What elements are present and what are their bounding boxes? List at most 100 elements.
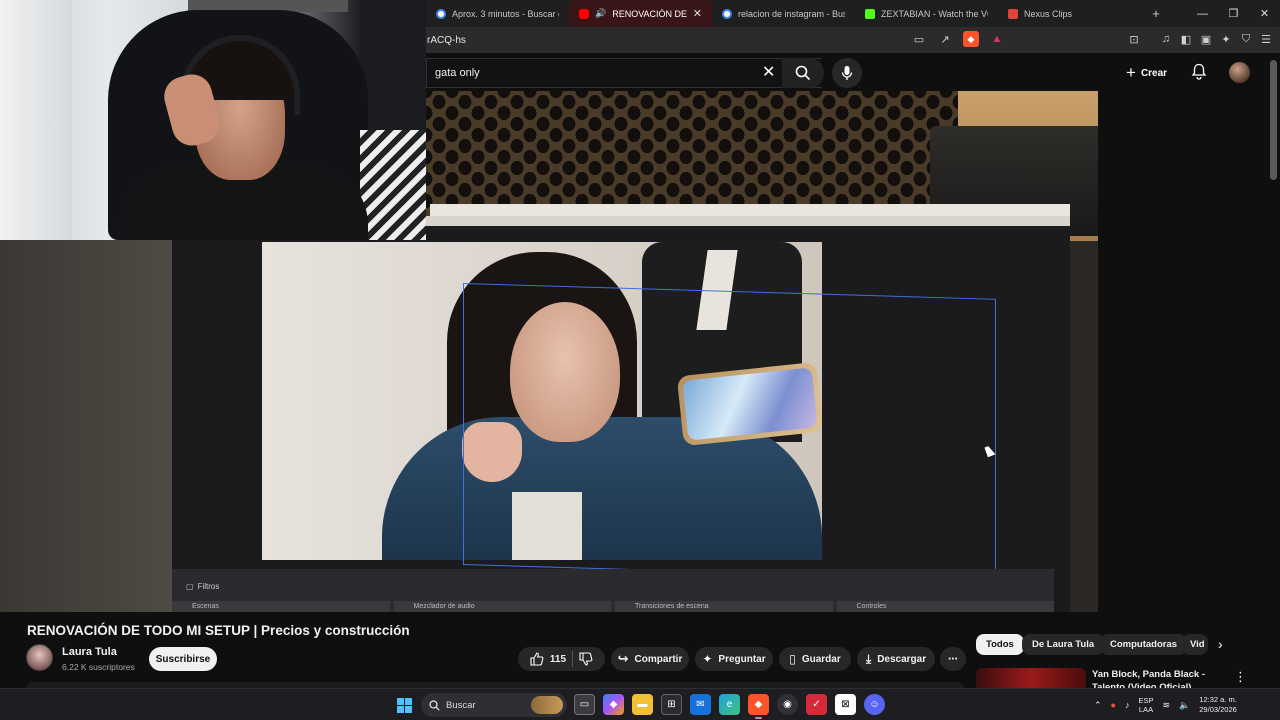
download-icon: ⤓ (865, 651, 872, 666)
search-button[interactable] (782, 58, 824, 88)
save-button[interactable]: ▯ Guardar (779, 647, 851, 671)
window-controls: — ❐ ✕ (1187, 0, 1280, 27)
discord-icon[interactable]: ☺ (864, 694, 885, 715)
address-bar-icons: ▭ ↗ ◆ ▲ (911, 31, 1005, 47)
cast-icon[interactable]: ▭ (911, 31, 927, 47)
source-selection-box (463, 283, 996, 581)
search-query[interactable]: gata only (435, 67, 480, 79)
close-tab-icon[interactable]: ✕ (693, 7, 702, 20)
keyboard-layout: LAA (1138, 705, 1154, 714)
clear-search-icon[interactable]: ✕ (762, 62, 775, 82)
tab-google-search[interactable]: Aprox. 3 minutos - Buscar con (426, 0, 569, 27)
account-avatar[interactable] (1229, 62, 1250, 83)
brave-rewards-icon[interactable]: ▲ (989, 31, 1005, 47)
sparkle-icon: ✦ (702, 652, 713, 666)
address-bar[interactable]: rACQ-hs ▭ ↗ ◆ ▲ ⊡ ♫ ◧ ▣ ✦ ⛉ ☰ (426, 27, 1280, 53)
media-icon[interactable]: ♫ (1158, 31, 1174, 47)
windows-start-icon[interactable] (397, 698, 412, 713)
microphone-icon (841, 66, 853, 80)
vpn-icon[interactable]: ⛉ (1238, 31, 1254, 47)
tray-app-icon[interactable]: ● (1111, 700, 1116, 710)
channel-name[interactable]: Laura Tula (62, 646, 117, 658)
widgets-icon[interactable]: ◆ (603, 694, 624, 715)
red-app-icon[interactable]: ✓ (806, 694, 827, 715)
windows-taskbar: Buscar ▭ ◆ ▬ ⊞ ✉ e ◆ ◉ ✓ ⊠ ☺ ⌃ ● ♪ ESP LA… (0, 688, 1280, 720)
clock[interactable]: 12:32 a. m. 29/03/2026 (1199, 695, 1237, 715)
webcam-overlay (0, 0, 426, 240)
more-actions-button[interactable]: ⋯ (940, 647, 966, 671)
capcut-icon[interactable]: ⊠ (835, 694, 856, 715)
next-video-thumbnail[interactable] (976, 668, 1086, 688)
language-indicator[interactable]: ESP LAA (1138, 696, 1153, 714)
sidebar-icon[interactable]: ◧ (1178, 31, 1194, 47)
download-label: Descargar (877, 653, 927, 665)
save-label: Guardar (801, 653, 841, 665)
create-label: Crear (1140, 67, 1168, 79)
share-button[interactable]: ↪ Compartir (611, 647, 689, 671)
taskbar-search[interactable]: Buscar (421, 693, 567, 717)
bookmark-icon: ▯ (789, 652, 796, 666)
share-label: Compartir (634, 653, 683, 665)
filter-icon: ▢ (186, 582, 194, 591)
dock-controls: Controles (836, 601, 1054, 612)
browser-toolbar-icons: ⊡ ♫ ◧ ▣ ✦ ⛉ ☰ (1126, 31, 1274, 47)
file-explorer-icon[interactable]: ▬ (632, 694, 653, 715)
edge-icon[interactable]: e (719, 694, 740, 715)
tab-label: RENOVACIÓN DE TODO MI (612, 8, 687, 19)
webcam-door (0, 0, 72, 240)
task-view-icon[interactable]: ▭ (574, 694, 595, 715)
like-button[interactable]: 115 (530, 652, 566, 666)
subscribe-button[interactable]: Suscribirse (149, 647, 217, 671)
voice-search-button[interactable] (832, 58, 862, 88)
youtube-icon (579, 8, 589, 19)
notifications-bell-icon[interactable] (1191, 63, 1207, 80)
tab-nexus-clips[interactable]: Nexus Clips (998, 0, 1141, 27)
tab-kick[interactable]: ZEXTABIAN - Watch the VOD o (855, 0, 998, 27)
chip-all[interactable]: Todos (976, 634, 1024, 655)
tab-youtube-video[interactable]: 🔊 RENOVACIÓN DE TODO MI ✕ (569, 0, 712, 27)
chip-from-channel[interactable]: De Laura Tula (1022, 634, 1105, 655)
like-count: 115 (549, 653, 567, 665)
next-video-menu-icon[interactable]: ⋮ (1234, 669, 1247, 685)
screenshot-icon[interactable]: ⊡ (1126, 31, 1142, 47)
thumbs-down-icon[interactable] (579, 652, 593, 666)
search-icon (429, 699, 440, 711)
tab-label: relacion de instagram - Buscar (738, 8, 845, 19)
download-button[interactable]: ⤓ Descargar (857, 647, 935, 671)
menu-icon[interactable]: ☰ (1258, 31, 1274, 47)
share-icon[interactable]: ↗ (937, 31, 953, 47)
chip-videos[interactable]: Vid (1182, 634, 1208, 655)
minimize-button[interactable]: — (1187, 0, 1218, 27)
close-window-button[interactable]: ✕ (1249, 0, 1280, 27)
tab-label: ZEXTABIAN - Watch the VOD o (881, 8, 988, 19)
chip-computers[interactable]: Computadoras (1100, 634, 1188, 655)
chevron-right-icon[interactable]: › (1218, 636, 1223, 652)
microsoft-store-icon[interactable]: ⊞ (661, 694, 682, 715)
url-text[interactable]: rACQ-hs (426, 35, 466, 46)
wallet-icon[interactable]: ▣ (1198, 31, 1214, 47)
browser-tabbar: Aprox. 3 minutos - Buscar con 🔊 RENOVACI… (426, 0, 1280, 27)
obs-icon[interactable]: ◉ (777, 694, 798, 715)
video-info: RENOVACIÓN DE TODO MI SETUP | Precios y … (0, 612, 1280, 688)
webcam-pillow (360, 130, 426, 240)
taskbar-apps: ▭ ◆ ▬ ⊞ ✉ e ◆ ◉ ✓ ⊠ ☺ (574, 694, 885, 719)
next-video-title[interactable]: Yan Block, Panda Black - Talento (Video … (1092, 668, 1212, 688)
tray-overflow-icon[interactable]: ⌃ (1094, 700, 1102, 711)
new-tab-button[interactable]: + (1141, 6, 1171, 21)
google-icon (436, 8, 446, 19)
brave-shields-icon[interactable]: ◆ (963, 31, 979, 47)
outlook-icon[interactable]: ✉ (690, 694, 711, 715)
mic-tray-icon[interactable]: ♪ (1125, 700, 1130, 710)
clock-date: 29/03/2026 (1199, 705, 1237, 714)
restore-button[interactable]: ❐ (1218, 0, 1249, 27)
ask-button[interactable]: ✦ Preguntar (695, 647, 773, 671)
channel-avatar[interactable] (26, 644, 53, 671)
volume-icon[interactable]: 🔈 (1179, 700, 1190, 711)
like-dislike-group: 115 (518, 647, 605, 671)
create-button[interactable]: + Crear (1126, 62, 1167, 84)
tab-instagram-search[interactable]: relacion de instagram - Buscar (712, 0, 855, 27)
page-scrollbar[interactable] (1270, 60, 1277, 180)
wifi-icon[interactable]: ≋ (1163, 700, 1171, 711)
brave-browser-icon[interactable]: ◆ (748, 694, 769, 719)
leo-ai-icon[interactable]: ✦ (1218, 31, 1234, 47)
